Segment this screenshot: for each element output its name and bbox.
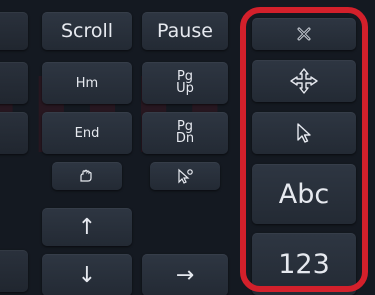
pause-key[interactable]: Pause xyxy=(142,12,228,50)
hand-drag-icon xyxy=(78,169,96,183)
pointer-settings-key[interactable] xyxy=(150,162,220,190)
partial-key-row2[interactable] xyxy=(0,62,28,104)
end-label: End xyxy=(74,125,100,141)
scroll-lock-key[interactable]: Scroll xyxy=(42,12,132,50)
right-arrow-label: → xyxy=(175,262,195,288)
virtual-keyboard: ▌▌▌▌▌ Scroll Pause Hm Pg Up End Pg Dn xyxy=(0,0,375,295)
right-arrow-key[interactable]: → xyxy=(142,254,228,295)
page-down-key[interactable]: Pg Dn xyxy=(142,112,228,154)
partial-key-row1[interactable] xyxy=(0,12,28,50)
home-key[interactable]: Hm xyxy=(42,62,132,104)
text-mode-label: Abc xyxy=(278,178,330,210)
up-arrow-label: ↑ xyxy=(77,214,97,240)
up-arrow-key[interactable]: ↑ xyxy=(42,208,132,246)
pointer-mode-button[interactable] xyxy=(252,112,356,154)
page-up-key[interactable]: Pg Up xyxy=(142,62,228,104)
cursor-pointer-icon xyxy=(295,122,313,144)
page-up-label-line2: Up xyxy=(176,81,194,96)
number-mode-label: 123 xyxy=(278,248,330,280)
down-arrow-label: ↓ xyxy=(77,262,97,288)
home-label: Hm xyxy=(75,75,99,91)
number-mode-button[interactable]: 123 xyxy=(252,233,356,295)
hand-drag-key[interactable] xyxy=(52,162,122,190)
pointer-gear-icon xyxy=(176,168,194,184)
pause-label: Pause xyxy=(157,20,213,42)
move-keyboard-button[interactable] xyxy=(252,60,356,102)
end-key[interactable]: End xyxy=(42,112,132,154)
scroll-lock-label: Scroll xyxy=(60,20,114,42)
partial-key-row6[interactable] xyxy=(0,250,28,292)
text-mode-button[interactable]: Abc xyxy=(252,164,356,224)
partial-key-row3[interactable] xyxy=(0,112,28,154)
close-keyboard-button[interactable] xyxy=(252,18,356,50)
close-icon xyxy=(296,27,312,41)
move-arrows-icon xyxy=(289,68,319,94)
page-down-label-line2: Dn xyxy=(175,131,195,146)
down-arrow-key[interactable]: ↓ xyxy=(42,254,132,295)
